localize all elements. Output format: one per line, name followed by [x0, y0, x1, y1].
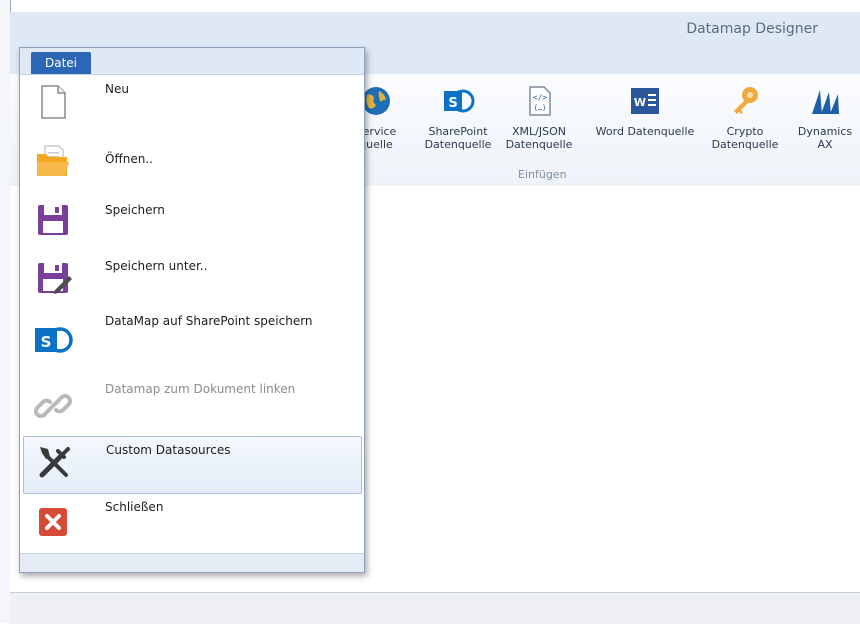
menu-item-label: Datamap zum Dokument linken: [105, 382, 296, 396]
xml-json-datasource-button[interactable]: </> {…} XML/JSON Datenquelle: [504, 84, 574, 151]
svg-text:S: S: [448, 96, 457, 111]
menu-item-label: Speichern unter..: [105, 259, 208, 273]
menu-item-new[interactable]: Neu: [23, 76, 360, 132]
menu-item-save-sharepoint[interactable]: S DataMap auf SharePoint speichern: [23, 310, 360, 366]
sharepoint-icon: S: [35, 327, 73, 353]
ribbon-button-label: Dynamics AX: [797, 125, 853, 151]
menu-item-close[interactable]: Schließen: [23, 494, 360, 550]
ribbon-button-label: SharePoint Datenquelle: [424, 125, 492, 151]
title-bar: Datamap Designer: [10, 12, 860, 48]
menu-item-label: Schließen: [105, 500, 164, 514]
new-document-icon: [41, 85, 66, 119]
ribbon-button-label: Word Datenquelle: [595, 125, 695, 138]
status-bar: [10, 592, 860, 624]
link-icon: [34, 394, 72, 418]
file-tab[interactable]: Datei: [31, 52, 91, 74]
menu-item-label: Neu: [105, 82, 129, 96]
save-icon: [38, 205, 68, 235]
word-datasource-button[interactable]: W Word Datenquelle: [590, 84, 700, 138]
tools-icon: [39, 447, 70, 478]
menu-item-save-as[interactable]: Speichern unter..: [23, 251, 360, 307]
key-icon: [734, 87, 758, 114]
menu-item-label: Öffnen..: [105, 152, 153, 166]
sharepoint-icon: S: [444, 89, 475, 113]
sharepoint-datasource-button[interactable]: S SharePoint Datenquelle: [422, 84, 494, 151]
close-icon: [39, 508, 67, 536]
menu-item-label: Speichern: [105, 203, 165, 217]
ribbon-group-label: Einfügen: [518, 168, 567, 181]
ribbon-button-label: Crypto Datenquelle: [711, 125, 779, 151]
menu-item-save[interactable]: Speichern: [23, 193, 360, 249]
menu-item-custom-datasources[interactable]: Custom Datasources: [23, 436, 362, 494]
word-icon: W: [631, 88, 659, 114]
save-as-icon: [38, 263, 72, 294]
file-menu: Datei Neu Öffnen.. Speichern Speichern u…: [19, 47, 365, 573]
svg-text:{…}: {…}: [534, 104, 547, 112]
window-title: Datamap Designer: [686, 21, 818, 37]
dynamics-icon: [812, 90, 839, 114]
menu-item-link-document: Datamap zum Dokument linken: [23, 374, 360, 430]
file-menu-footer: [20, 553, 364, 572]
menu-item-label: DataMap auf SharePoint speichern: [105, 314, 313, 328]
file-menu-header: Datei: [20, 48, 364, 75]
svg-text:S: S: [41, 333, 52, 351]
menu-item-open[interactable]: Öffnen..: [23, 134, 360, 190]
svg-text:</>: </>: [533, 93, 548, 102]
svg-text:W: W: [634, 96, 646, 109]
menu-item-label: Custom Datasources: [106, 443, 231, 457]
ribbon-button-label: XML/JSON Datenquelle: [505, 125, 573, 151]
dynamics-ax-datasource-button[interactable]: Dynamics AX: [790, 84, 860, 151]
crypto-datasource-button[interactable]: Crypto Datenquelle: [710, 84, 780, 151]
xml-json-icon: </> {…}: [529, 86, 551, 116]
open-folder-icon: [37, 145, 69, 176]
